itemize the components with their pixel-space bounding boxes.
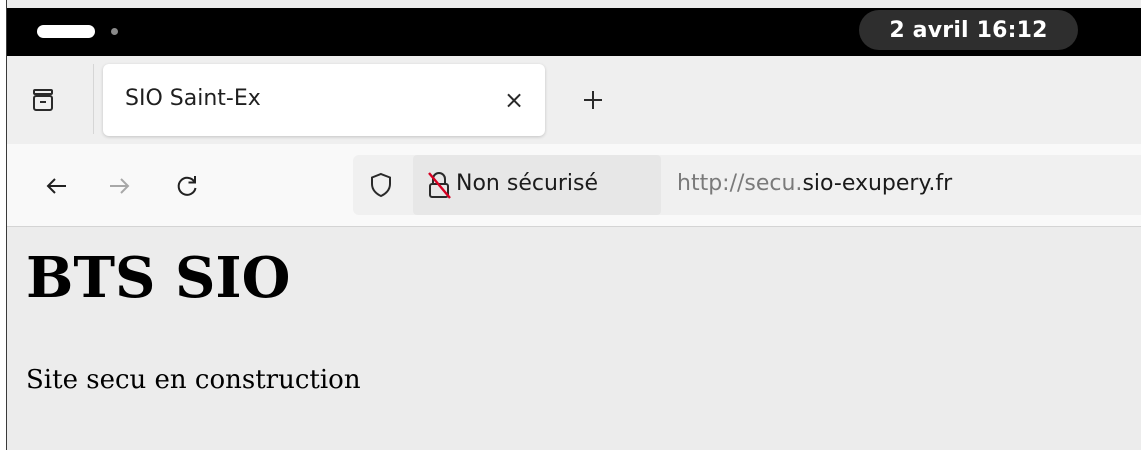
url-domain: sio-exupery.fr [802,171,953,196]
back-arrow-icon [46,178,66,194]
clock[interactable]: 2 avril 16:12 [859,10,1078,50]
tab-active[interactable]: SIO Saint-Ex × [103,64,545,136]
tab-title: SIO Saint-Ex [125,86,261,111]
insecure-lock-icon [428,172,451,199]
activities-indicator[interactable] [37,25,95,38]
navigation-toolbar: Non sécurisé http://secu.sio-exupery.fr [7,144,1141,227]
site-identity-button[interactable]: Non sécurisé [413,155,661,215]
tab-overview-button[interactable] [23,80,63,120]
reload-button[interactable] [167,166,207,206]
shield-icon[interactable] [367,171,395,199]
forward-arrow-icon [110,178,130,194]
plus-icon [584,91,602,109]
insecure-label: Non sécurisé [456,171,599,196]
url-subdomain: http://secu. [677,171,803,196]
tab-strip: SIO Saint-Ex × [7,56,1141,144]
url-bar[interactable]: Non sécurisé http://secu.sio-exupery.fr [353,155,1141,215]
forward-button[interactable] [99,166,139,206]
new-tab-button[interactable] [575,82,611,118]
close-tab-button[interactable]: × [498,82,530,118]
tab-overview-icon [33,89,53,111]
page-heading: BTS SIO [26,245,291,311]
tab-separator [93,64,94,134]
page-content: BTS SIO Site secu en construction [7,227,1141,450]
system-top-bar: 2 avril 16:12 [7,8,1141,56]
workspace-dot [111,28,118,35]
back-button[interactable] [37,166,77,206]
url-text[interactable]: http://secu.sio-exupery.fr [677,171,952,196]
page-paragraph: Site secu en construction [26,365,361,395]
browser-window: 2 avril 16:12 SIO Saint-Ex × Non sécuris… [6,0,1141,450]
reload-icon [177,176,197,196]
